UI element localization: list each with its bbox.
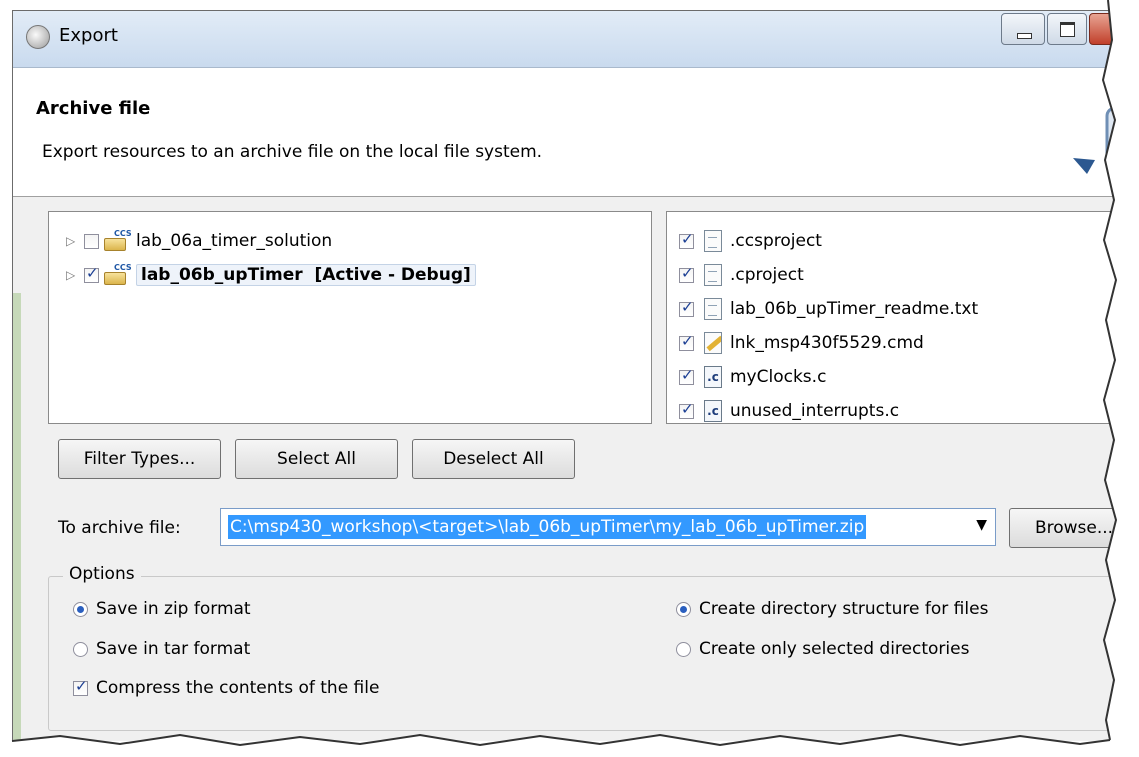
torn-edge-overlay (0, 0, 1139, 757)
